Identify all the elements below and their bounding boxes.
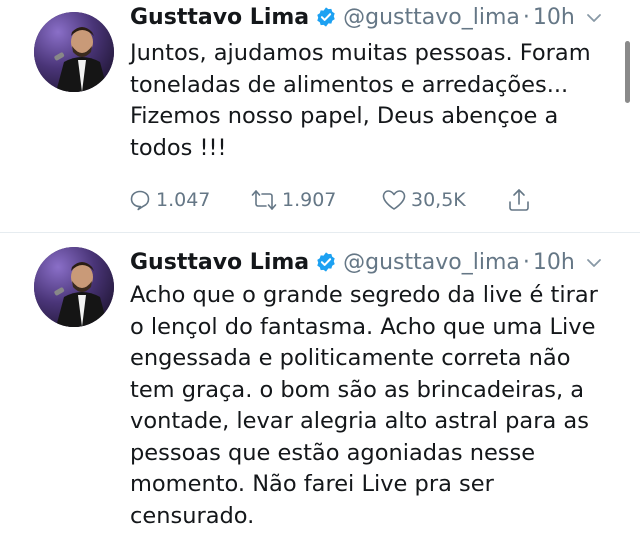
tweet[interactable]: Gusttavo Lima @gusttavo_lima · 10h Acho … (0, 233, 640, 543)
tweet-actions: 1.047 1.907 30,5K (128, 185, 568, 215)
share-button[interactable] (506, 185, 536, 215)
avatar[interactable] (34, 12, 114, 92)
retweet-button[interactable]: 1.907 (250, 185, 336, 215)
chevron-down-icon[interactable] (585, 8, 603, 26)
author-handle[interactable]: @gusttavo_lima (343, 250, 520, 275)
reply-count: 1.047 (156, 189, 211, 211)
author-handle[interactable]: @gusttavo_lima (343, 5, 520, 30)
separator: · (522, 4, 530, 30)
tweet-header: Gusttavo Lima @gusttavo_lima · 10h (130, 0, 620, 34)
tweet[interactable]: Gusttavo Lima @gusttavo_lima · 10h Junto… (0, 0, 640, 232)
author-name[interactable]: Gusttavo Lima (130, 5, 309, 30)
author-name[interactable]: Gusttavo Lima (130, 250, 309, 275)
speech-bubble-icon (130, 190, 150, 211)
tweet-text: Juntos, ajudamos muitas pessoas. Foram t… (130, 40, 591, 161)
heart-icon (382, 190, 406, 210)
tweet-text: Acho que o grande segredo da live é tira… (130, 282, 598, 529)
avatar[interactable] (34, 247, 114, 327)
retweet-icon (251, 190, 277, 210)
reply-button[interactable]: 1.047 (128, 185, 210, 215)
tweet-header: Gusttavo Lima @gusttavo_lima · 10h (130, 245, 620, 279)
verified-badge-icon (315, 6, 337, 28)
retweet-count: 1.907 (282, 189, 337, 211)
chevron-down-icon[interactable] (585, 253, 603, 271)
like-count: 30,5K (411, 189, 466, 211)
like-button[interactable]: 30,5K (381, 185, 466, 215)
scrollbar[interactable] (625, 41, 630, 103)
share-icon (509, 189, 529, 211)
timestamp[interactable]: 10h (533, 5, 575, 30)
verified-badge-icon (315, 251, 337, 273)
separator: · (522, 249, 530, 275)
timestamp[interactable]: 10h (533, 250, 575, 275)
